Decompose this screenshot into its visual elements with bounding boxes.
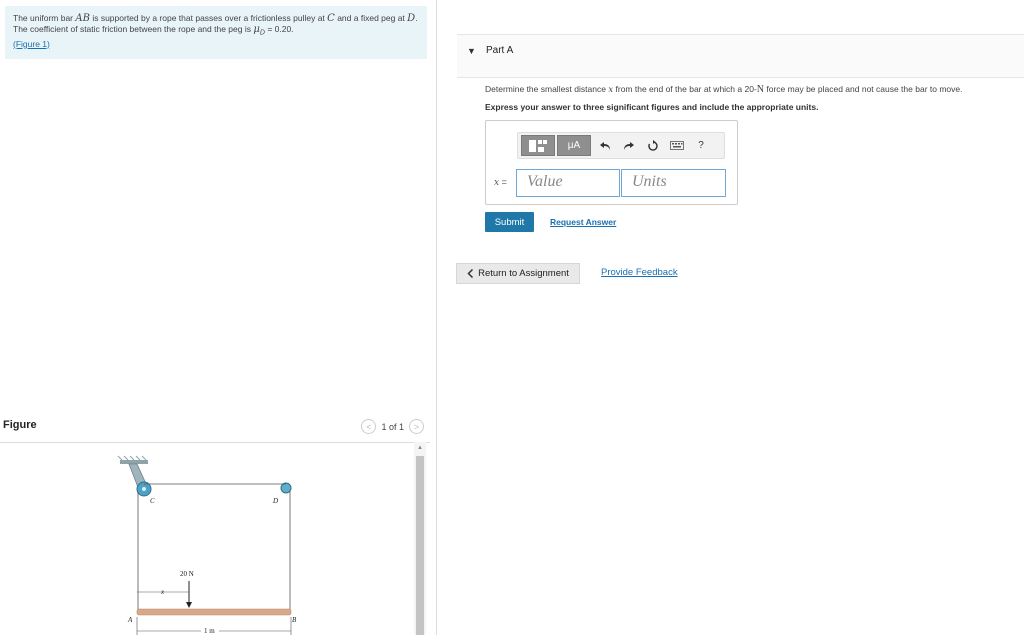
part-a-header[interactable]: ▼ Part A	[457, 34, 1024, 78]
equals-sign: =	[501, 177, 507, 187]
figure-link[interactable]: (Figure 1)	[13, 39, 50, 50]
hatch	[117, 455, 123, 461]
request-answer-link[interactable]: Request Answer	[550, 217, 616, 227]
instruction-text: Express your answer to three significant…	[485, 102, 819, 112]
label-b: B	[292, 616, 297, 624]
chevron-left-icon	[467, 269, 474, 278]
ceiling-mount	[120, 460, 148, 464]
bar-ab	[136, 608, 292, 616]
left-pane: The uniform bar AB is supported by a rop…	[0, 0, 435, 635]
keyboard-icon[interactable]	[665, 135, 689, 156]
pulley-hub	[142, 487, 146, 491]
return-label: Return to Assignment	[478, 268, 569, 279]
var-c: C	[327, 13, 335, 24]
prev-figure-button[interactable]: <	[361, 419, 377, 434]
value-input[interactable]: Value	[516, 169, 620, 197]
chevron-left-icon: <	[366, 421, 372, 432]
help-icon[interactable]: ?	[689, 135, 713, 156]
problem-text: = 0.20.	[267, 24, 294, 34]
label-force: 20 N	[180, 570, 194, 578]
chevron-right-icon: >	[413, 421, 420, 432]
provide-feedback-link[interactable]: Provide Feedback	[601, 267, 678, 278]
question-part: Determine the smallest distance	[485, 84, 606, 94]
caret-down-icon[interactable]: ▼	[467, 46, 476, 56]
question-unit: N	[756, 84, 765, 95]
figure-title: Figure	[3, 419, 37, 431]
figure-scrollbar[interactable]: ▲	[414, 442, 426, 635]
var-mu-sub: D	[259, 29, 265, 37]
help-glyph: ?	[698, 140, 704, 151]
math-toolbar: μA ?	[517, 132, 725, 159]
peg-d-icon	[280, 482, 292, 494]
units-input[interactable]: Units	[621, 169, 726, 197]
hatch	[141, 455, 147, 461]
answer-box: μA ? x = Value Units	[485, 120, 738, 205]
problem-text: and a fixed peg at	[337, 13, 405, 23]
right-pane: ▼ Part A Determine the smallest distance…	[437, 0, 1024, 635]
figure-header: Figure < 1 of 1 >	[0, 414, 430, 443]
units-button[interactable]: μA	[557, 135, 591, 156]
redo-icon[interactable]	[617, 135, 641, 156]
reset-icon[interactable]	[641, 135, 665, 156]
problem-text: The uniform bar	[13, 13, 73, 23]
hatch	[135, 455, 141, 461]
question-var: x	[608, 85, 614, 95]
variable-label: x =	[494, 177, 507, 188]
figure-diagram: C D A B 20 N x 1 m	[117, 455, 297, 635]
part-title: Part A	[486, 45, 514, 56]
next-figure-button[interactable]: >	[409, 419, 424, 434]
label-length: 1 m	[204, 627, 215, 635]
undo-icon[interactable]	[593, 135, 617, 156]
question-part: from the end of the bar at which a 20-	[615, 84, 757, 94]
template-icon	[529, 139, 547, 152]
return-to-assignment-button[interactable]: Return to Assignment	[456, 263, 580, 284]
hatch	[129, 455, 135, 461]
question-part: force may be placed and not cause the ba…	[766, 84, 963, 94]
problem-text: is supported by a rope that passes over …	[92, 13, 325, 23]
var-ab: AB	[75, 13, 90, 24]
scroll-thumb[interactable]	[416, 456, 424, 635]
label-a: A	[127, 616, 133, 624]
question-text: Determine the smallest distance x from t…	[485, 84, 1020, 95]
template-button[interactable]	[521, 135, 555, 156]
var-x: x	[494, 178, 500, 188]
pager-text: 1 of 1	[381, 421, 404, 432]
units-button-label: μA	[567, 140, 581, 151]
force-arrow-head	[186, 602, 192, 608]
problem-statement: The uniform bar AB is supported by a rop…	[5, 6, 427, 59]
hatch	[123, 455, 129, 461]
var-d: D	[407, 13, 416, 24]
figure-pager: < 1 of 1 >	[361, 419, 424, 434]
label-c: C	[150, 497, 155, 505]
label-d: D	[272, 497, 278, 505]
scroll-up-icon[interactable]: ▲	[414, 442, 426, 454]
submit-button[interactable]: Submit	[485, 212, 534, 232]
